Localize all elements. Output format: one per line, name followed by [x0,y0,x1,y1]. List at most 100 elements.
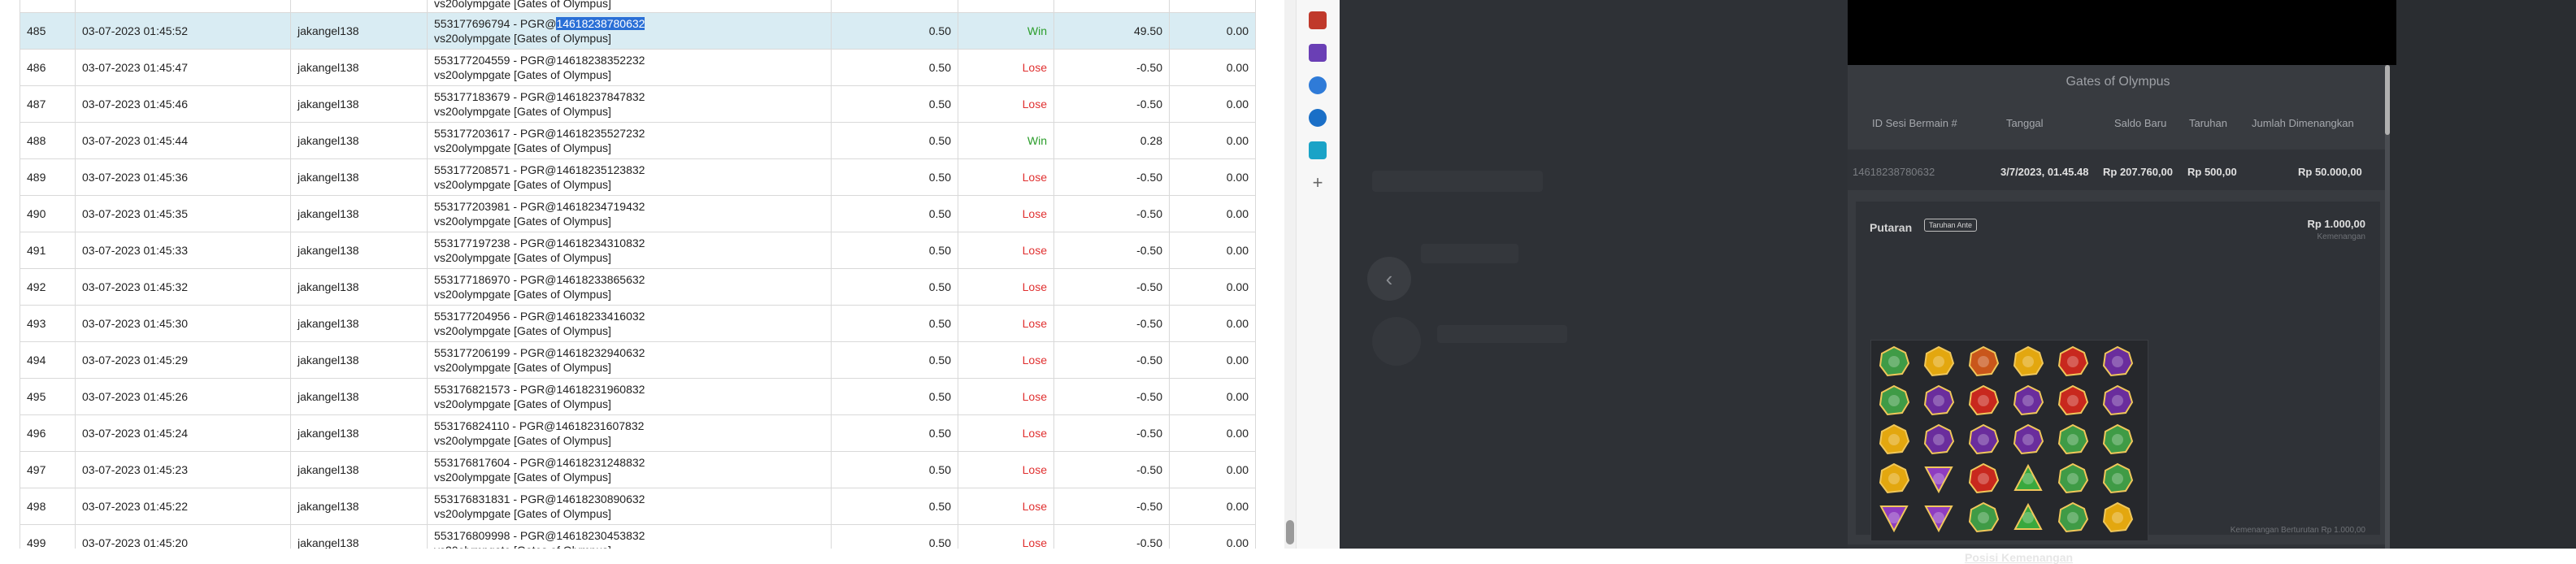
desc-game-name: vs20olympgate [Gates of Olympus] [434,178,611,191]
row-balance: 0.00 [1169,414,1256,452]
gem-green-icon [2057,462,2089,494]
row-user: jakangel138 [290,378,428,415]
ghost-avatar [1372,317,1421,366]
desc-round-id: 553176831831 - PGR@14618230890632 [434,492,645,505]
desc-line-1: 553177696794 - PGR@14618238780632 [434,16,824,31]
table-row[interactable]: 497 03-07-2023 01:45:23 jakangel138 5531768… [20,451,1256,488]
desc-line-1: 553177203981 - PGR@14618234719432 [434,199,824,214]
row-number: 495 [20,378,76,415]
bet-history-table: vs20olympgate [Gates of Olympus] 485 03-07… [20,0,1256,549]
video-area [1848,0,2396,65]
row-user [290,0,428,13]
row-balance: 0.00 [1169,305,1256,342]
gem-orange-icon [1968,345,2000,377]
row-result: Win [958,12,1054,50]
session-id-value: 14618238780632 [1853,166,1935,178]
table-row[interactable]: vs20olympgate [Gates of Olympus] [20,0,1256,13]
gem-green-icon [2102,423,2134,455]
desc-game-name: vs20olympgate [Gates of Olympus] [434,288,611,301]
gem-yellow-icon [1923,345,1955,377]
row-result: Lose [958,378,1054,415]
table-row[interactable]: 491 03-07-2023 01:45:33 jakangel138 5531771… [20,232,1256,269]
background-card: ‹ [1340,0,1848,549]
table-row[interactable]: 496 03-07-2023 01:45:24 jakangel138 5531768… [20,414,1256,452]
row-user: jakangel138 [290,414,428,452]
desc-round-id: 553177186970 - PGR@14618233865632 [434,273,645,286]
row-description: 553177203981 - PGR@14618234719432 vs20oly… [427,195,832,232]
gem-purple-tri-icon [1879,505,1909,533]
row-bet: 0.50 [831,378,958,415]
row-balance: 0.00 [1169,85,1256,123]
desc-round-id: 553176824110 - PGR@14618231607832 [434,419,645,432]
modal-scrollbar[interactable] [2385,65,2390,549]
modal-scrollbar-thumb[interactable] [2385,65,2390,135]
gem-yellow-icon [2102,501,2134,533]
row-description: 553177204956 - PGR@14618233416032 vs20oly… [427,305,832,342]
desc-round-id: 553177208571 - PGR@14618235123832 [434,163,645,176]
row-time: 03-07-2023 01:45:33 [75,232,291,269]
row-result: Lose [958,195,1054,232]
table-row[interactable]: 492 03-07-2023 01:45:32 jakangel138 5531771… [20,268,1256,306]
desc-line-1: 553177197238 - PGR@14618234310832 [434,236,824,250]
table-row[interactable]: 498 03-07-2023 01:45:22 jakangel138 5531768… [20,488,1256,525]
table-row[interactable]: 487 03-07-2023 01:45:46 jakangel138 5531771… [20,85,1256,123]
row-time: 03-07-2023 01:45:32 [75,268,291,306]
row-balance [1169,0,1256,13]
table-row[interactable]: 493 03-07-2023 01:45:30 jakangel138 5531772… [20,305,1256,342]
desc-line-1: 553177186970 - PGR@14618233865632 [434,272,824,287]
gem-red-icon [1968,384,2000,416]
row-description: 553177183679 - PGR@14618237847832 vs20oly… [427,85,832,123]
row-user: jakangel138 [290,488,428,525]
row-user: jakangel138 [290,268,428,306]
win-positions-link[interactable]: Posisi Kemenangan [1965,551,2073,564]
modal-title: Gates of Olympus [2066,75,2170,89]
desc-game-name: vs20olympgate [Gates of Olympus] [434,507,611,520]
back-chevron-button[interactable]: ‹ [1367,257,1411,301]
briefcase-icon[interactable] [1309,11,1327,29]
desc-round-id: 553177204956 - PGR@14618233416032 [434,310,645,323]
desc-game-name: vs20olympgate [Gates of Olympus] [434,471,611,484]
row-description: 553177186970 - PGR@14618233865632 vs20oly… [427,268,832,306]
row-time: 03-07-2023 01:45:22 [75,488,291,525]
table-row[interactable]: 495 03-07-2023 01:45:26 jakangel138 5531768… [20,378,1256,415]
row-result [958,0,1054,13]
row-time: 03-07-2023 01:45:23 [75,451,291,488]
row-win [1053,0,1170,13]
header-win-amount: Jumlah Dimenangkan [2252,117,2354,129]
table-row[interactable]: 488 03-07-2023 01:45:44 jakangel138 5531772… [20,122,1256,159]
desc-game-name: vs20olympgate [Gates of Olympus] [434,68,611,81]
desc-round-id: 553176809998 - PGR@14618230453832 [434,529,645,542]
table-row[interactable]: 490 03-07-2023 01:45:35 jakangel138 5531772… [20,195,1256,232]
table-row[interactable]: 499 03-07-2023 01:45:20 jakangel138 5531768… [20,524,1256,549]
table-row[interactable]: 494 03-07-2023 01:45:29 jakangel138 5531772… [20,341,1256,379]
page-scrollbar[interactable] [1284,0,1296,549]
row-description: 553177204559 - PGR@14618238352232 vs20oly… [427,49,832,86]
row-time: 03-07-2023 01:45:29 [75,341,291,379]
row-time: 03-07-2023 01:45:52 [75,12,291,50]
row-bet: 0.50 [831,488,958,525]
row-number: 488 [20,122,76,159]
gem-green-icon [1879,345,1910,377]
row-win: -0.50 [1053,49,1170,86]
table-row[interactable]: 489 03-07-2023 01:45:36 jakangel138 5531772… [20,158,1256,196]
row-result: Lose [958,158,1054,196]
cart-icon[interactable] [1309,141,1327,159]
gem-red-icon [2057,384,2089,416]
desc-round-id: 553177206199 - PGR@14618232940632 [434,346,645,359]
table-row[interactable]: 485 03-07-2023 01:45:52 jakangel138 5531776… [20,12,1256,50]
gem-green-tri-icon [2013,463,2043,491]
reel-grid [1870,340,2148,541]
row-balance: 0.00 [1169,488,1256,525]
session-id-text: 14618238780632 [1853,166,1935,178]
page-scrollbar-thumb[interactable] [1286,520,1294,544]
plus-icon[interactable]: + [1309,174,1327,192]
row-win: -0.50 [1053,524,1170,549]
people-icon[interactable] [1309,44,1327,62]
spin-win-amount: Rp 1.000,00 [2307,218,2365,230]
copilot-icon[interactable] [1309,76,1327,94]
outlook-icon[interactable] [1309,109,1327,127]
row-description: 553176809998 - PGR@14618230453832vs20oly… [427,524,832,549]
table-row[interactable]: 486 03-07-2023 01:45:47 jakangel138 5531772… [20,49,1256,86]
selected-text[interactable]: 14618238780632 [556,17,645,30]
row-time: 03-07-2023 01:45:44 [75,122,291,159]
